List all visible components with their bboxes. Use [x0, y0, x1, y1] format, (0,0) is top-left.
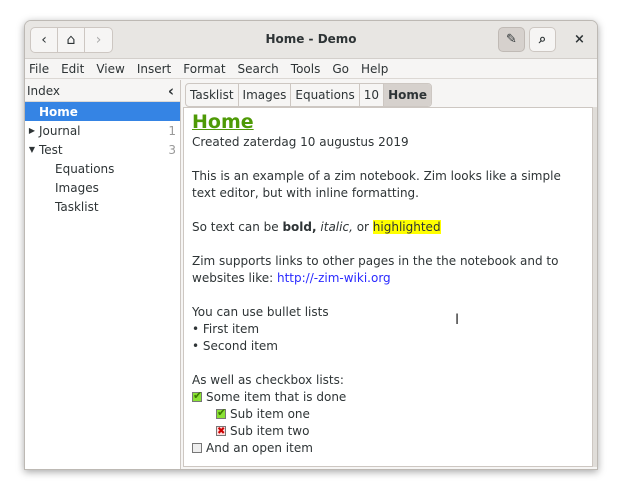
checkbox-cancelled-icon[interactable] [216, 423, 226, 440]
website-link[interactable]: http://-zim-wiki.org [277, 271, 391, 285]
tree-item-label: Test [39, 142, 63, 157]
tree-item-label: Equations [55, 161, 115, 176]
pencil-icon: ✎ [506, 32, 517, 47]
text: or [352, 220, 373, 234]
index-header: Index ‹ [25, 80, 180, 102]
menu-search[interactable]: Search [238, 62, 279, 76]
tree-item-label: Journal [39, 123, 81, 138]
app-window: ‹ ⌂ › Home - Demo ✎ ⌕ × File Edit View I… [24, 20, 598, 470]
links-paragraph: Zim supports links to other pages in the… [192, 253, 584, 287]
checkbox-item: Some item that is done [192, 387, 584, 406]
expander-icon[interactable]: ▶ [25, 126, 39, 135]
tree-item-label: Home [39, 104, 78, 119]
menu-edit[interactable]: Edit [61, 62, 84, 76]
checkbox-label: And an open item [206, 441, 313, 455]
highlighted-text: highlighted [372, 220, 441, 234]
page-count: 1 [168, 123, 176, 138]
bullets-intro: You can use bullet lists [192, 305, 329, 319]
pathbar: Tasklist Images Equations 10 Home [185, 83, 432, 107]
main-pane: Tasklist Images Equations 10 Home Home C… [183, 80, 597, 469]
tree-item-tasklist[interactable]: Tasklist [25, 197, 180, 216]
tab-images[interactable]: Images [239, 84, 292, 106]
text-cursor-icon: I [455, 312, 460, 328]
page-tree: Home ▶ Journal 1 ▼ Test 3 Equations Images T… [25, 102, 180, 216]
created-date: Created zaterdag 10 augustus 2019 [192, 135, 409, 149]
close-button[interactable]: × [566, 27, 593, 52]
tab-equations[interactable]: Equations [291, 84, 360, 106]
formatting-paragraph: So text can be bold, italic, or highligh… [192, 219, 584, 236]
italic-text: italic, [320, 220, 353, 234]
text: So text can be [192, 220, 283, 234]
header-bar: ‹ ⌂ › Home - Demo ✎ ⌕ × [25, 21, 597, 59]
tab-10[interactable]: 10 [360, 84, 385, 106]
expander-icon[interactable]: ▼ [25, 145, 39, 154]
index-sidebar: Index ‹ Home ▶ Journal 1 ▼ Test 3 Equations … [25, 80, 181, 469]
menu-format[interactable]: Format [183, 62, 225, 76]
menu-help[interactable]: Help [361, 62, 388, 76]
search-button[interactable]: ⌕ [529, 27, 556, 52]
scrollbar[interactable] [593, 107, 597, 467]
tab-tasklist[interactable]: Tasklist [186, 84, 239, 106]
checkbox-item: Sub item one [192, 404, 584, 423]
bullet-item: • First item [192, 322, 260, 336]
tree-item-label: Images [55, 180, 99, 195]
index-title: Index [27, 83, 61, 98]
checkbox-label: Sub item one [230, 407, 310, 421]
checkbox-item: And an open item [192, 440, 584, 457]
menu-insert[interactable]: Insert [137, 62, 171, 76]
tree-item-images[interactable]: Images [25, 178, 180, 197]
tree-item-test[interactable]: ▼ Test 3 [25, 140, 180, 159]
page-count: 3 [168, 142, 176, 157]
checkbox-done-icon[interactable] [192, 387, 202, 404]
collapse-sidebar-button[interactable]: ‹ [168, 82, 174, 100]
checkbox-intro: As well as checkbox lists: [192, 373, 344, 387]
menu-bar: File Edit View Insert Format Search Tool… [25, 59, 597, 79]
checkbox-label: Some item that is done [206, 390, 347, 404]
page-editor[interactable]: Home Created zaterdag 10 augustus 2019 T… [183, 107, 593, 467]
checkbox-item: Sub item two [192, 423, 584, 440]
menu-file[interactable]: File [29, 62, 49, 76]
checkbox-done-icon[interactable] [216, 404, 226, 421]
tree-item-equations[interactable]: Equations [25, 159, 180, 178]
menu-view[interactable]: View [96, 62, 124, 76]
tree-item-label: Tasklist [55, 199, 99, 214]
edit-button[interactable]: ✎ [498, 27, 525, 52]
tree-item-home[interactable]: Home [25, 102, 180, 121]
checkbox-open-icon[interactable] [192, 443, 202, 453]
bold-text: bold, [282, 220, 317, 234]
menu-tools[interactable]: Tools [291, 62, 321, 76]
tab-home[interactable]: Home [384, 84, 431, 106]
menu-go[interactable]: Go [332, 62, 349, 76]
checkbox-label: Sub item two [230, 424, 310, 438]
search-icon: ⌕ [538, 32, 547, 47]
close-icon: × [574, 32, 585, 47]
tree-item-journal[interactable]: ▶ Journal 1 [25, 121, 180, 140]
bullet-item: • Second item [192, 339, 278, 353]
paragraph: This is an example of a zim notebook. Zi… [192, 169, 561, 200]
page-heading: Home [192, 111, 254, 133]
